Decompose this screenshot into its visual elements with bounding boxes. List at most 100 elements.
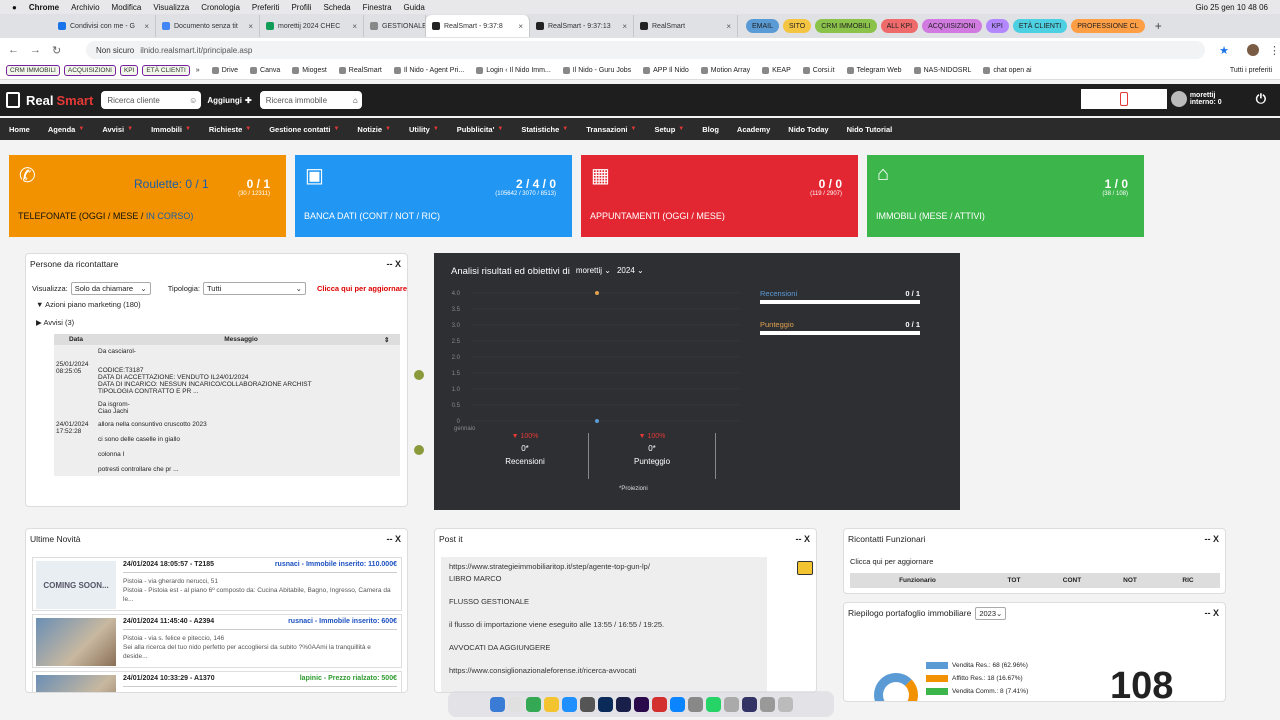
nav-item[interactable]: Immobili ▼	[142, 125, 200, 134]
all-bookmarks[interactable]: Tutti i preferiti	[1230, 67, 1272, 74]
bookmark-item[interactable]: RealSmart	[338, 67, 382, 74]
dock-app-icon[interactable]	[507, 696, 523, 712]
tab-group-chip[interactable]: SITO	[783, 19, 812, 33]
dock-app-icon[interactable]	[723, 696, 739, 712]
bookmark-item[interactable]: Telegram Web	[846, 67, 902, 74]
bookmark-tag[interactable]: KPI	[119, 65, 139, 76]
tab-group-chip[interactable]: ACQUISIZIONI	[922, 19, 982, 33]
menubar-item[interactable]: Visualizza	[153, 3, 189, 12]
nav-item[interactable]: Pubblicita' ▼	[448, 125, 513, 134]
lock-icon[interactable]	[797, 561, 813, 575]
profile-icon[interactable]	[1247, 44, 1259, 56]
dock-app-icon[interactable]	[579, 696, 595, 712]
browser-tab[interactable]: RealSmart - 9:37:8 ×	[426, 15, 530, 37]
browser-tab[interactable]: GESTIONALE	[364, 15, 426, 37]
type-select[interactable]: Tutti ⌄	[202, 282, 306, 295]
back-icon[interactable]: ←	[8, 44, 22, 56]
tile-phonecalls[interactable]: ✆ Roulette: 0 / 1 0 / 1 (30 / 12311) TELE…	[9, 155, 286, 237]
clock[interactable]: Gio 25 gen 10 48 06	[1195, 3, 1268, 12]
bookmark-item[interactable]: Il Nido - Guru Jobs	[562, 67, 631, 74]
bookmark-item[interactable]: Miogest	[292, 67, 327, 74]
add-button[interactable]: Aggiungi ✚	[207, 96, 251, 105]
nav-item[interactable]: Setup ▼	[645, 125, 693, 134]
close-icon[interactable]: ×	[140, 22, 149, 31]
close-icon[interactable]: ×	[348, 22, 357, 31]
nav-item[interactable]: Home	[0, 125, 39, 134]
bookmark-star-icon[interactable]: ★	[1219, 44, 1229, 57]
menubar-item[interactable]: Finestra	[363, 3, 392, 12]
avatar[interactable]	[1170, 91, 1187, 107]
bookmark-item[interactable]: NAS-NIDOSRL	[913, 67, 971, 74]
table-row[interactable]: Da casciarol-	[54, 345, 400, 358]
realsmart-logo[interactable]: Real Smart	[6, 92, 93, 108]
nav-item[interactable]: Blog	[693, 125, 728, 134]
tile-appointments[interactable]: ▦ 0 / 0 (119 / 2907) APPUNTAMENTI (OGGI /…	[581, 155, 858, 237]
news-tag[interactable]: lapinic - Prezzo rialzato: 500€	[300, 675, 397, 682]
search-client-input[interactable]: Ricerca cliente ☺	[101, 91, 202, 109]
sort-icon[interactable]: ⇕	[384, 336, 400, 344]
portfolio-year-select[interactable]: 2023 ⌄	[975, 606, 1007, 620]
new-tab-icon[interactable]: +	[1155, 19, 1162, 33]
forward-icon[interactable]: →	[30, 44, 44, 56]
view-select[interactable]: Solo da chiamare ⌄	[70, 282, 151, 295]
reload-icon[interactable]: ↻	[52, 44, 66, 57]
officers-col-header[interactable]: NOT	[1101, 577, 1159, 584]
nav-item[interactable]: Statistiche ▼	[512, 125, 577, 134]
tab-group-chip[interactable]: PROFESSIONE CL	[1071, 19, 1145, 33]
analysis-year-select[interactable]: 2024 ⌄	[617, 266, 644, 277]
bookmark-item[interactable]: KEAP	[762, 67, 791, 74]
menubar-item[interactable]: Modifica	[112, 3, 142, 12]
url-field[interactable]: Non sicuro ilnido.realsmart.it/principal…	[86, 41, 1206, 59]
news-item[interactable]: COMING SOON... 24/01/2024 18:05:57 - T218…	[32, 557, 402, 611]
officers-col-header[interactable]: CONT	[1043, 577, 1101, 584]
browser-tab[interactable]: RealSmart ×	[634, 15, 738, 37]
panel-recontact-controls[interactable]: -- X	[387, 259, 402, 269]
bookmark-tag[interactable]: ACQUISIZIONI	[63, 65, 116, 76]
news-item[interactable]: 24/01/2024 10:33:29 - A1370 lapinic - Pre…	[32, 671, 402, 692]
check-icon[interactable]	[414, 445, 424, 455]
dock-app-icon[interactable]	[543, 696, 559, 712]
tile-database[interactable]: ▣ 2 / 4 / 0 (105642 / 3070 / 8513) BANCA …	[295, 155, 572, 237]
tab-group-chip[interactable]: KPI	[985, 19, 1009, 33]
close-icon[interactable]: ×	[514, 22, 523, 31]
dock-app-icon[interactable]	[561, 696, 577, 712]
news-thumbnail[interactable]	[36, 675, 116, 692]
dock-app-icon[interactable]	[741, 696, 757, 712]
officers-col-header[interactable]: TOT	[985, 577, 1043, 584]
browser-tab[interactable]: RealSmart - 9:37:13 ×	[530, 15, 634, 37]
dock-app-icon[interactable]	[651, 696, 667, 712]
news-thumbnail[interactable]: COMING SOON...	[36, 561, 116, 609]
dock-app-icon[interactable]	[633, 696, 649, 712]
browser-tab[interactable]: morettij 2024 CHEC ×	[260, 15, 364, 37]
bookmark-item[interactable]: Corsi.it	[802, 67, 835, 74]
panel-officers-controls[interactable]: -- X	[1205, 534, 1220, 544]
nav-item[interactable]: Transazioni ▼	[577, 125, 645, 134]
news-item[interactable]: 24/01/2024 11:45:40 - A2394 rusnaci - Imm…	[32, 614, 402, 668]
news-tag[interactable]: rusnaci - Immobile inserito: 600€	[288, 618, 397, 625]
tab-group-chip[interactable]: EMAIL	[746, 19, 780, 33]
close-icon[interactable]: ×	[618, 22, 627, 31]
dock-app-icon[interactable]	[525, 696, 541, 712]
nav-item[interactable]: Richieste ▼	[200, 125, 260, 134]
panel-postit-controls[interactable]: -- X	[796, 534, 811, 544]
nav-item[interactable]: Nido Today	[779, 125, 837, 134]
bookmark-item[interactable]: APP Il Nido	[643, 67, 689, 74]
officers-col-header[interactable]: Funzionario	[850, 577, 985, 584]
dock-app-icon[interactable]	[615, 696, 631, 712]
security-indicator[interactable]: Non sicuro	[96, 46, 134, 55]
officers-col-header[interactable]: RIC	[1159, 577, 1217, 584]
dock-app-icon[interactable]	[687, 696, 703, 712]
col-message[interactable]: Messaggio	[98, 336, 384, 343]
bookmark-item[interactable]: Motion Array	[700, 67, 750, 74]
phone-widget[interactable]	[1080, 89, 1167, 109]
nav-item[interactable]: Academy	[728, 125, 779, 134]
news-tag[interactable]: rusnaci - Immobile inserito: 110.000€	[275, 561, 397, 568]
bookmark-tag[interactable]: CRM IMMOBILI	[6, 65, 60, 76]
house-search-icon[interactable]: ⌂	[353, 96, 358, 105]
check-icon[interactable]	[414, 370, 424, 380]
bookmark-tag[interactable]: ETÀ CLIENTI	[142, 65, 190, 76]
table-row[interactable]: 25/01/2024 08:25:05 CODICE:T3187 DATA DI A…	[54, 358, 400, 398]
table-row[interactable]: Da isgrom- Ciao Jachi	[54, 398, 400, 418]
nav-item[interactable]: Utility ▼	[400, 125, 448, 134]
nav-item[interactable]: Gestione contatti ▼	[260, 125, 348, 134]
